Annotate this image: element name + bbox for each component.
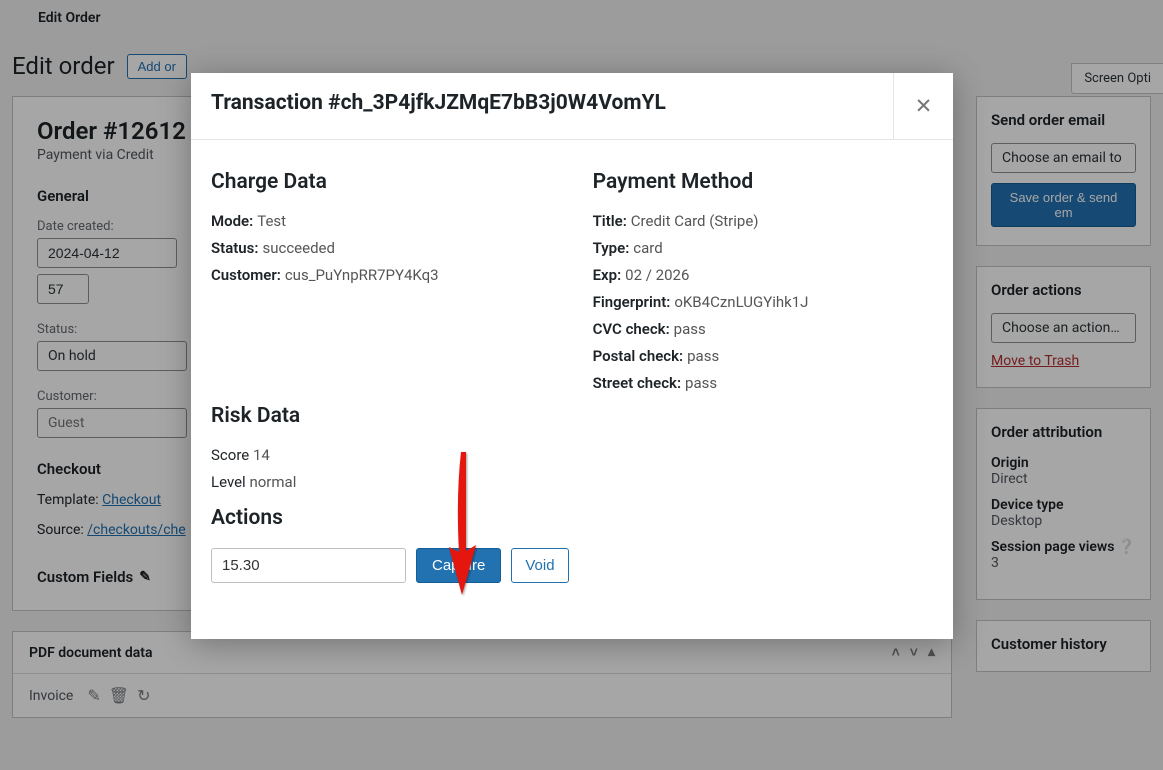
cvc-check-label: CVC check:: [593, 320, 670, 338]
cvc-check-value: pass: [674, 320, 706, 338]
status-value: succeeded: [262, 239, 335, 257]
score-value: 14: [253, 446, 270, 464]
charge-data-heading: Charge Data: [211, 170, 569, 194]
postal-check-label: Postal check:: [593, 347, 684, 365]
level-label: Level: [211, 473, 246, 491]
void-button[interactable]: Void: [511, 548, 568, 583]
postal-check-value: pass: [687, 347, 719, 365]
type-label: Type:: [593, 239, 630, 257]
fingerprint-label: Fingerprint:: [593, 293, 671, 311]
exp-value: 02 / 2026: [625, 266, 689, 284]
capture-amount-input[interactable]: [211, 548, 406, 583]
status-label: Status:: [211, 239, 258, 257]
customer-value: cus_PuYnpRR7PY4Kq3: [285, 266, 439, 284]
level-value: normal: [249, 473, 296, 491]
title-label: Title:: [593, 212, 627, 230]
exp-label: Exp:: [593, 266, 622, 284]
title-value: Credit Card (Stripe): [631, 212, 759, 230]
modal-title: Transaction #ch_3P4jfkJZMqE7bB3j0W4VomYL: [191, 73, 686, 139]
fingerprint-value: oKB4CznLUGYihk1J: [674, 293, 808, 311]
street-check-label: Street check:: [593, 374, 681, 392]
close-icon[interactable]: ✕: [893, 73, 953, 139]
score-label: Score: [211, 446, 249, 464]
capture-button[interactable]: Capture: [416, 548, 501, 583]
customer-label: Customer:: [211, 266, 281, 284]
risk-data-heading: Risk Data: [211, 404, 569, 428]
type-value: card: [633, 239, 662, 257]
street-check-value: pass: [685, 374, 717, 392]
mode-value: Test: [257, 212, 286, 230]
mode-label: Mode:: [211, 212, 253, 230]
transaction-modal: Transaction #ch_3P4jfkJZMqE7bB3j0W4VomYL…: [191, 73, 953, 639]
actions-heading: Actions: [211, 506, 569, 530]
payment-method-heading: Payment Method: [593, 170, 933, 194]
